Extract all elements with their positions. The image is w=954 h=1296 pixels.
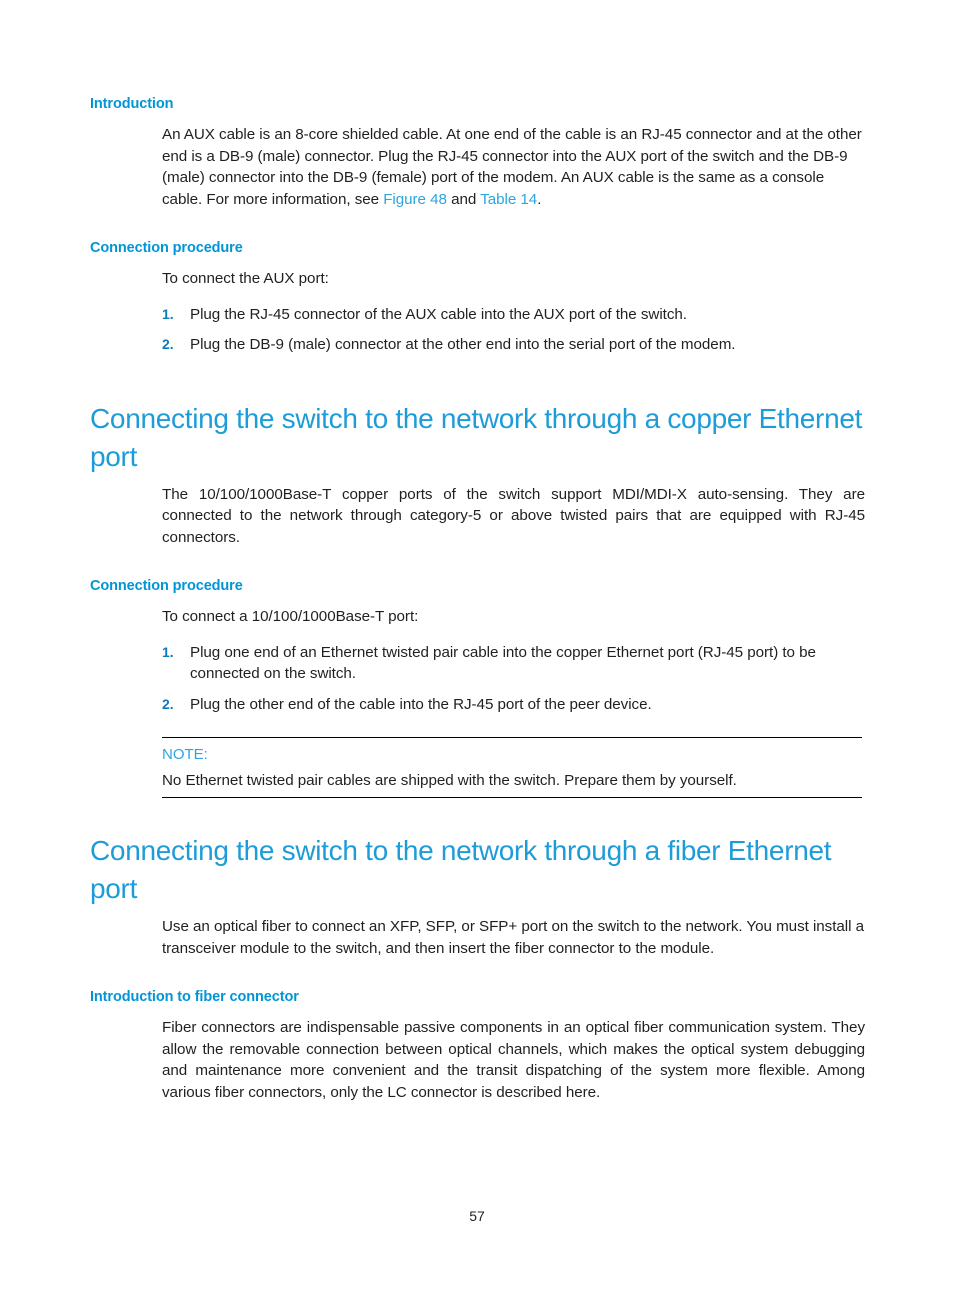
link-figure-48[interactable]: Figure 48 xyxy=(383,191,447,208)
link-table-14[interactable]: Table 14 xyxy=(480,191,537,208)
page-title-copper-ethernet: Connecting the switch to the network thr… xyxy=(90,402,863,472)
list-item-text: Plug one end of an Ethernet twisted pair… xyxy=(190,643,816,683)
paragraph-connect-aux-intro: To connect the AUX port: xyxy=(162,270,329,287)
page-number: 57 xyxy=(469,1208,485,1224)
heading-introduction: Introduction xyxy=(90,96,174,112)
list-item-text: Plug the RJ-45 connector of the AUX cabl… xyxy=(190,305,687,323)
sentence-period: . xyxy=(537,190,542,208)
list-marker: 1. xyxy=(162,305,174,322)
conjunction-and: and xyxy=(446,190,481,208)
list-copper-steps: 1. Plug one end of an Ethernet twisted p… xyxy=(90,642,865,716)
paragraph-connect-copper-intro: To connect a 10/100/1000Base-T port: xyxy=(162,608,419,625)
list-item-text: Plug the other end of the cable into the… xyxy=(190,695,652,713)
page-title-fiber-ethernet: Connecting the switch to the network thr… xyxy=(90,835,832,904)
page-content: Introduction An AUX cable is an 8-core s… xyxy=(90,96,865,1103)
heading-connection-procedure-aux: Connection procedure xyxy=(90,240,243,256)
list-item: 1. Plug the RJ-45 connector of the AUX c… xyxy=(162,304,865,326)
heading-introduction-fiber-connector: Introduction to fiber connector xyxy=(90,989,299,1005)
list-marker: 2. xyxy=(162,695,174,712)
note-callout: NOTE: No Ethernet twisted pair cables ar… xyxy=(162,737,862,798)
paragraph-copper-ports-description: The 10/100/1000Base-T copper ports of th… xyxy=(162,485,865,546)
paragraph-aux-cable-description: An AUX cable is an 8-core shielded cable… xyxy=(90,124,865,210)
list-item: 2. Plug the other end of the cable into … xyxy=(162,694,865,716)
list-marker: 2. xyxy=(162,336,174,352)
heading-connection-procedure-copper: Connection procedure xyxy=(90,578,243,594)
list-marker: 1. xyxy=(162,643,174,660)
document-page: Introduction An AUX cable is an 8-core s… xyxy=(0,0,954,1296)
note-text: No Ethernet twisted pair cables are ship… xyxy=(162,772,737,789)
list-item: 2. Plug the DB-9 (male) connector at the… xyxy=(162,334,865,356)
list-item-text: Plug the DB-9 (male) connector at the ot… xyxy=(190,336,736,353)
note-label: NOTE: xyxy=(162,746,208,763)
list-item: 1. Plug one end of an Ethernet twisted p… xyxy=(162,642,865,685)
paragraph-fiber-ports-description: Use an optical fiber to connect an XFP, … xyxy=(162,918,865,957)
paragraph-fiber-connector-description: Fiber connectors are indispensable passi… xyxy=(162,1019,865,1101)
list-aux-steps: 1. Plug the RJ-45 connector of the AUX c… xyxy=(90,304,865,356)
